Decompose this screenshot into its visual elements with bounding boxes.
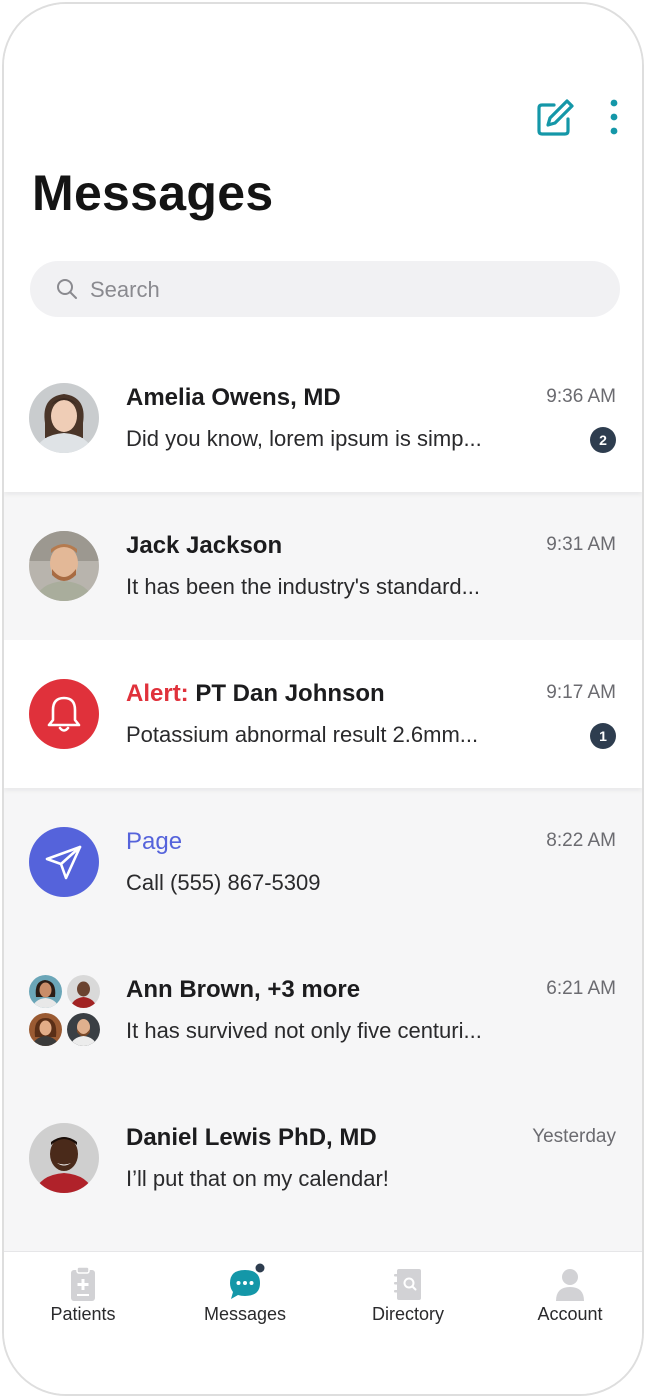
- tab-patients[interactable]: Patients: [23, 1264, 143, 1334]
- tab-label: Messages: [203, 1304, 287, 1324]
- avatar: [29, 531, 99, 601]
- tab-label: Patients: [50, 1304, 116, 1324]
- contact-name: Amelia Owens, MD: [126, 384, 341, 411]
- timestamp: 9:17 AM: [546, 682, 616, 703]
- unread-badge: 1: [590, 723, 616, 749]
- avatar: [29, 1123, 99, 1193]
- tab-label: Account: [537, 1304, 603, 1324]
- avatar: [67, 1013, 100, 1046]
- header: Messages: [4, 4, 642, 344]
- compose-icon[interactable]: [534, 97, 576, 139]
- tab-directory[interactable]: Directory: [348, 1264, 468, 1334]
- conversation-row[interactable]: Daniel Lewis PhD, MD I’ll put that on my…: [4, 1084, 642, 1232]
- timestamp: 9:36 AM: [546, 386, 616, 407]
- timestamp: Yesterday: [532, 1126, 616, 1147]
- contact-name: Alert: PT Dan Johnson: [126, 680, 385, 708]
- conversation-row[interactable]: Page Call (555) 867-5309 8:22 AM: [4, 788, 642, 936]
- page-title: Messages: [32, 165, 274, 221]
- avatar: [29, 1013, 62, 1046]
- message-preview: It has been the industry's standard...: [126, 574, 480, 599]
- paper-plane-icon: [29, 827, 99, 897]
- avatar: [29, 383, 99, 453]
- message-preview: Call (555) 867-5309: [126, 870, 321, 895]
- phone-frame: Messages Amelia Owens, MD Did you: [2, 2, 644, 1396]
- person-icon: [556, 1269, 584, 1301]
- clipboard-icon: [71, 1266, 95, 1301]
- contact-name: Ann Brown, +3 more: [126, 976, 361, 1003]
- group-avatar: [29, 975, 103, 1049]
- directory-book-icon: [394, 1269, 421, 1300]
- message-preview: Potassium abnormal result 2.6mm...: [126, 722, 479, 747]
- conversation-row[interactable]: Amelia Owens, MD Did you know, lorem ips…: [4, 344, 642, 492]
- contact-name: Page: [126, 828, 183, 855]
- bottom-tab-bar: Patients Messages Directory Account: [4, 1251, 642, 1394]
- search-icon: [57, 279, 77, 299]
- contact-name: Daniel Lewis PhD, MD: [126, 1124, 377, 1151]
- alert-label: Alert:: [126, 680, 189, 707]
- unread-badge: 2: [590, 427, 616, 453]
- conversation-row[interactable]: Jack Jackson It has been the industry's …: [4, 492, 642, 640]
- avatar: [67, 975, 100, 1008]
- search-input[interactable]: [88, 261, 592, 319]
- more-vertical-icon[interactable]: [602, 97, 626, 139]
- message-preview: Did you know, lorem ipsum is simp...: [126, 426, 482, 451]
- search-bar[interactable]: [30, 261, 620, 319]
- timestamp: 9:31 AM: [546, 534, 616, 555]
- conversation-row[interactable]: Ann Brown, +3 more It has survived not o…: [4, 936, 642, 1084]
- contact-name: Jack Jackson: [126, 532, 283, 559]
- timestamp: 6:21 AM: [546, 978, 616, 999]
- tab-account[interactable]: Account: [510, 1264, 630, 1334]
- timestamp: 8:22 AM: [546, 830, 616, 851]
- message-preview: It has survived not only five centuri...: [126, 1018, 482, 1043]
- tab-messages[interactable]: Messages: [185, 1261, 305, 1334]
- bell-icon: [29, 679, 99, 749]
- avatar: [29, 975, 62, 1008]
- message-preview: I’ll put that on my calendar!: [126, 1166, 389, 1191]
- tab-label: Directory: [371, 1304, 444, 1324]
- conversation-row[interactable]: Alert: PT Dan Johnson Potassium abnormal…: [4, 640, 642, 788]
- chat-bubble-icon: [230, 1261, 267, 1299]
- alert-sender: PT Dan Johnson: [195, 680, 385, 707]
